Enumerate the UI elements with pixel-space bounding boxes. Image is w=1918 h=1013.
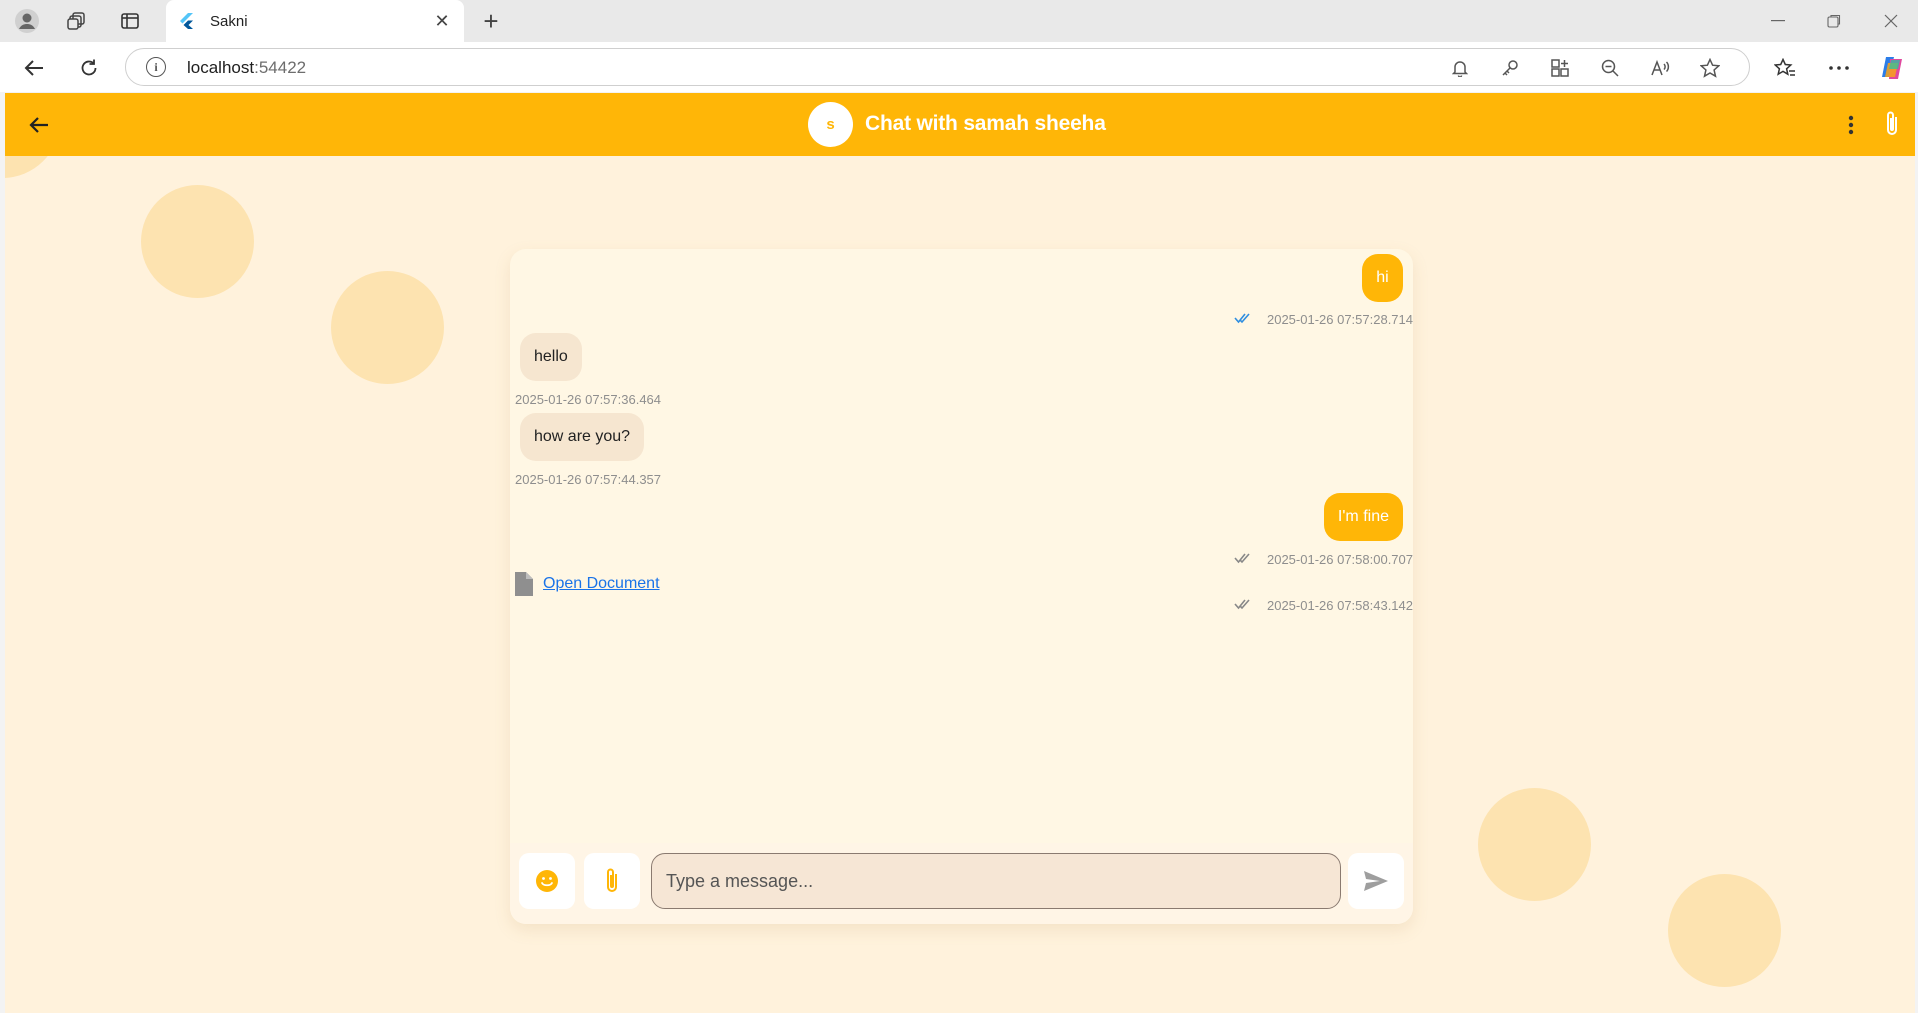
browser-back-icon[interactable] — [18, 52, 50, 84]
message-text: hello — [534, 348, 568, 365]
message-text: how are you? — [534, 428, 631, 445]
send-icon — [1364, 871, 1388, 891]
document-message[interactable]: Open Document — [513, 571, 660, 597]
message-timestamp: 2025-01-26 07:57:28.714 — [1266, 312, 1413, 327]
profile-icon[interactable] — [13, 7, 41, 35]
restore-icon[interactable] — [1814, 8, 1854, 34]
reload-icon[interactable] — [73, 52, 105, 84]
decorative-circle — [1668, 874, 1781, 987]
decorative-circle — [141, 185, 254, 298]
decorative-circle — [1478, 788, 1591, 901]
key-icon[interactable] — [1499, 57, 1521, 79]
copilot-icon[interactable] — [1876, 52, 1908, 84]
read-aloud-icon[interactable] — [1649, 57, 1671, 79]
message-bubble-outgoing[interactable]: I'm fine — [1323, 493, 1403, 541]
message-bubble-outgoing[interactable]: hi — [1362, 254, 1403, 302]
settings-more-icon[interactable] — [1823, 52, 1855, 84]
decorative-circle — [331, 271, 444, 384]
browser-tab-bar: Sakni ✕ + — [0, 0, 1918, 42]
zoom-out-icon[interactable] — [1599, 57, 1621, 79]
chat-app: s Chat with samah sheeha hi 2025-01-26 0… — [5, 93, 1915, 1013]
read-receipt-icon — [1234, 313, 1250, 324]
minimize-icon[interactable] — [1758, 8, 1798, 34]
favorites-icon[interactable] — [1769, 52, 1801, 84]
flutter-icon — [178, 13, 194, 29]
avatar[interactable]: s — [808, 102, 853, 147]
message-text: hi — [1376, 269, 1389, 286]
address-bar[interactable]: i localhost:54422 — [125, 48, 1750, 86]
sent-receipt-icon — [1234, 553, 1250, 564]
message-input[interactable] — [651, 853, 1341, 909]
site-info-icon[interactable]: i — [146, 57, 166, 77]
chat-panel: hi 2025-01-26 07:57:28.714 hello 2025-01… — [510, 249, 1413, 924]
emoji-icon — [536, 870, 558, 892]
message-bubble-incoming[interactable]: how are you? — [520, 413, 645, 461]
emoji-button[interactable] — [519, 853, 575, 909]
workspaces-icon[interactable] — [63, 7, 91, 35]
new-tab-button[interactable]: + — [476, 6, 506, 36]
more-vertical-icon[interactable] — [1835, 109, 1867, 141]
back-arrow-icon[interactable] — [23, 109, 55, 141]
tab-sakni[interactable]: Sakni ✕ — [166, 0, 464, 42]
message-timestamp: 2025-01-26 07:57:36.464 — [515, 392, 662, 407]
tab-actions-icon[interactable] — [116, 7, 144, 35]
close-window-icon[interactable] — [1871, 8, 1911, 34]
message-timestamp: 2025-01-26 07:58:43.142 — [1266, 598, 1413, 613]
message-timestamp: 2025-01-26 07:57:44.357 — [515, 472, 662, 487]
message-timestamp: 2025-01-26 07:58:00.707 — [1266, 552, 1413, 567]
attach-button[interactable] — [584, 853, 640, 909]
send-button[interactable] — [1348, 853, 1404, 909]
open-document-link[interactable]: Open Document — [543, 575, 660, 593]
message-text: I'm fine — [1337, 508, 1389, 525]
url-text: localhost:54422 — [187, 58, 307, 77]
chat-title: Chat with samah sheeha — [865, 112, 1106, 135]
apps-icon[interactable] — [1549, 57, 1571, 79]
file-icon — [515, 572, 533, 596]
app-bar: s Chat with samah sheeha — [5, 93, 1915, 156]
message-list[interactable]: hi 2025-01-26 07:57:28.714 hello 2025-01… — [510, 249, 1413, 843]
sent-receipt-icon — [1234, 599, 1250, 610]
paperclip-icon — [607, 868, 617, 892]
browser-toolbar: i localhost:54422 — [0, 42, 1918, 92]
notification-bell-icon[interactable] — [1449, 57, 1471, 79]
tab-title: Sakni — [210, 12, 248, 30]
close-tab-icon[interactable]: ✕ — [432, 11, 452, 32]
message-bubble-incoming[interactable]: hello — [520, 333, 582, 381]
paperclip-icon[interactable] — [1877, 107, 1907, 141]
message-composer — [510, 843, 1413, 924]
favorite-star-icon[interactable] — [1699, 57, 1721, 79]
